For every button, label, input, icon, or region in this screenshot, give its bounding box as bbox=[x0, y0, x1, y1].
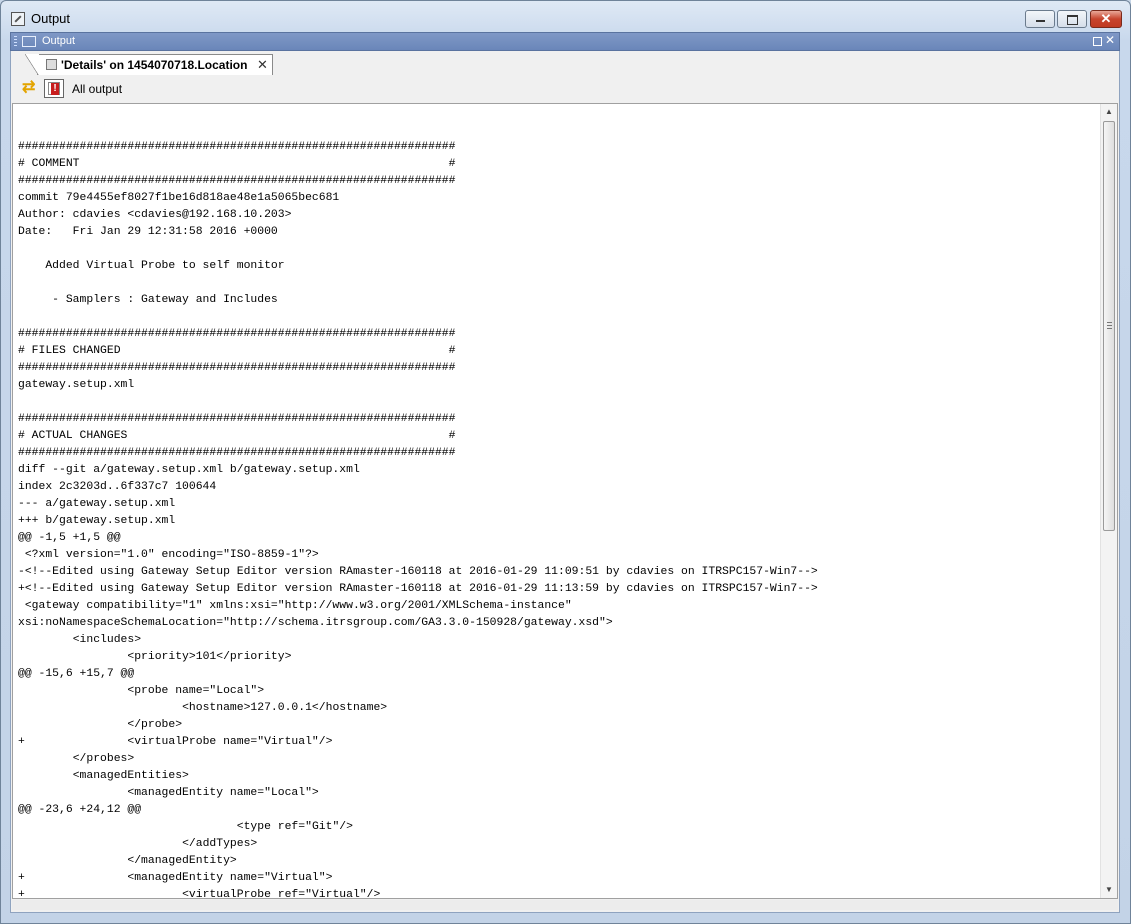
tab-close-icon[interactable]: ✕ bbox=[257, 57, 268, 73]
close-button[interactable]: ✕ bbox=[1090, 10, 1122, 28]
panel-window-icon bbox=[22, 36, 36, 47]
scroll-thumb[interactable] bbox=[1103, 121, 1115, 531]
output-text-area[interactable]: ########################################… bbox=[13, 104, 1100, 898]
maximize-button[interactable] bbox=[1057, 10, 1087, 28]
app-edit-icon bbox=[11, 12, 25, 26]
close-icon: ✕ bbox=[1100, 11, 1112, 26]
refresh-icon[interactable]: ⇄ bbox=[22, 80, 40, 96]
undock-icon[interactable] bbox=[1093, 37, 1102, 46]
panel-header[interactable]: Output ✕ bbox=[10, 32, 1120, 51]
output-filter-label: All output bbox=[72, 82, 123, 96]
grip-icon bbox=[1107, 322, 1112, 329]
vertical-scrollbar[interactable]: ▲ ▼ bbox=[1100, 104, 1117, 898]
scroll-up-icon[interactable]: ▲ bbox=[1101, 104, 1117, 120]
drag-grip-icon[interactable] bbox=[14, 36, 17, 47]
tab-label: 'Details' on 1454070718.Location bbox=[61, 58, 248, 72]
scroll-down-icon[interactable]: ▼ bbox=[1101, 882, 1117, 898]
output-toolbar: ⇄ ! All output bbox=[11, 75, 1119, 101]
minimize-button[interactable] bbox=[1025, 10, 1055, 28]
tab-details[interactable]: 'Details' on 1454070718.Location ✕ bbox=[25, 54, 273, 76]
tab-strip: 'Details' on 1454070718.Location ✕ bbox=[11, 51, 1119, 76]
window-title: Output bbox=[31, 11, 71, 26]
errors-filter-button[interactable]: ! bbox=[44, 79, 64, 98]
output-text[interactable]: ########################################… bbox=[13, 104, 1100, 898]
horizontal-scrollbar[interactable] bbox=[12, 900, 1118, 910]
document-icon bbox=[46, 59, 57, 70]
output-window: Output ✕ Output ✕ 'Details' on 145407071… bbox=[0, 0, 1131, 924]
output-panel: 'Details' on 1454070718.Location ✕ ⇄ ! A… bbox=[10, 51, 1120, 913]
output-area[interactable]: ########################################… bbox=[12, 103, 1118, 899]
title-bar[interactable]: Output ✕ bbox=[1, 1, 1130, 35]
error-icon: ! bbox=[51, 83, 59, 95]
panel-close-icon[interactable]: ✕ bbox=[1105, 33, 1115, 47]
panel-title: Output bbox=[42, 35, 76, 47]
